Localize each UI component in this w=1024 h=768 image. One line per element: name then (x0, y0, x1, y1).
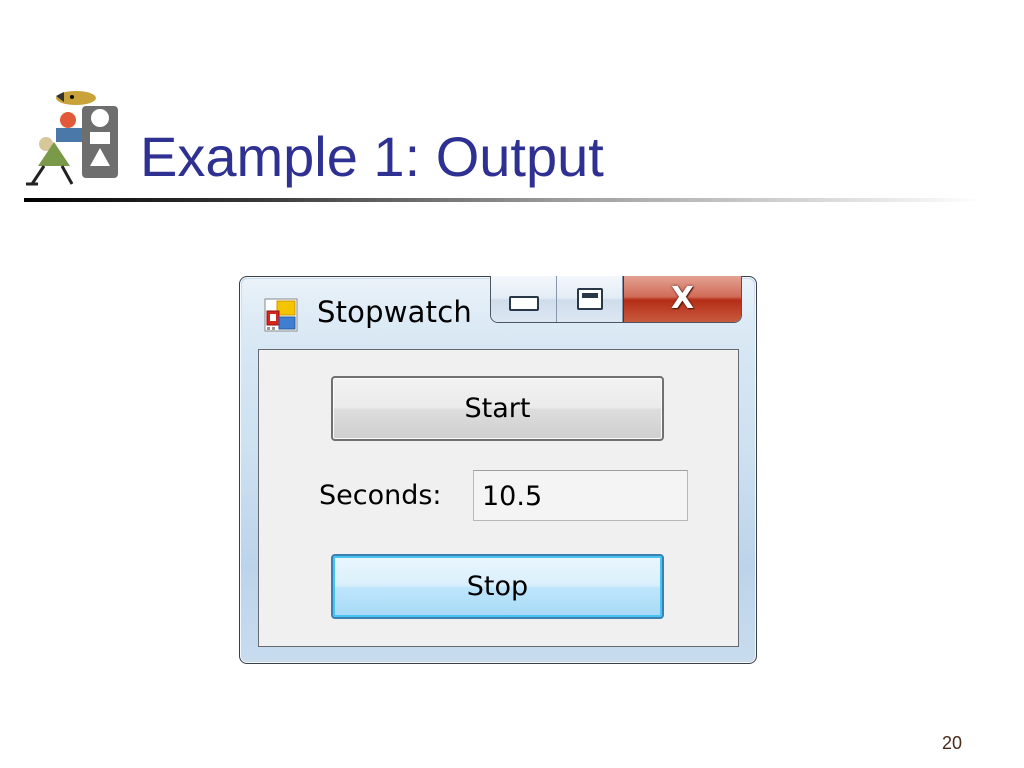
seconds-field[interactable]: 10.5 (473, 470, 688, 521)
minimize-icon (508, 295, 539, 311)
window-client-area: Start Seconds: 10.5 Stop (258, 349, 739, 647)
close-icon: X (670, 281, 695, 316)
close-button[interactable]: X (623, 276, 741, 322)
window-title: Stopwatch (317, 295, 472, 329)
clipart-logo (26, 91, 118, 186)
stopwatch-window: Stopwatch X Start Seconds: 10.5 Stop (239, 276, 757, 664)
start-button[interactable]: Start (331, 376, 664, 441)
title-divider (24, 198, 984, 202)
seconds-label: Seconds: (319, 480, 442, 511)
app-window-icon (264, 298, 298, 332)
maximize-button[interactable] (557, 276, 623, 322)
minimize-button[interactable] (491, 276, 557, 322)
stop-button[interactable]: Stop (331, 554, 664, 619)
page-number: 20 (941, 733, 962, 753)
maximize-icon (576, 288, 603, 310)
slide-title: Example 1: Output (140, 125, 604, 188)
caption-buttons: X (490, 276, 742, 323)
